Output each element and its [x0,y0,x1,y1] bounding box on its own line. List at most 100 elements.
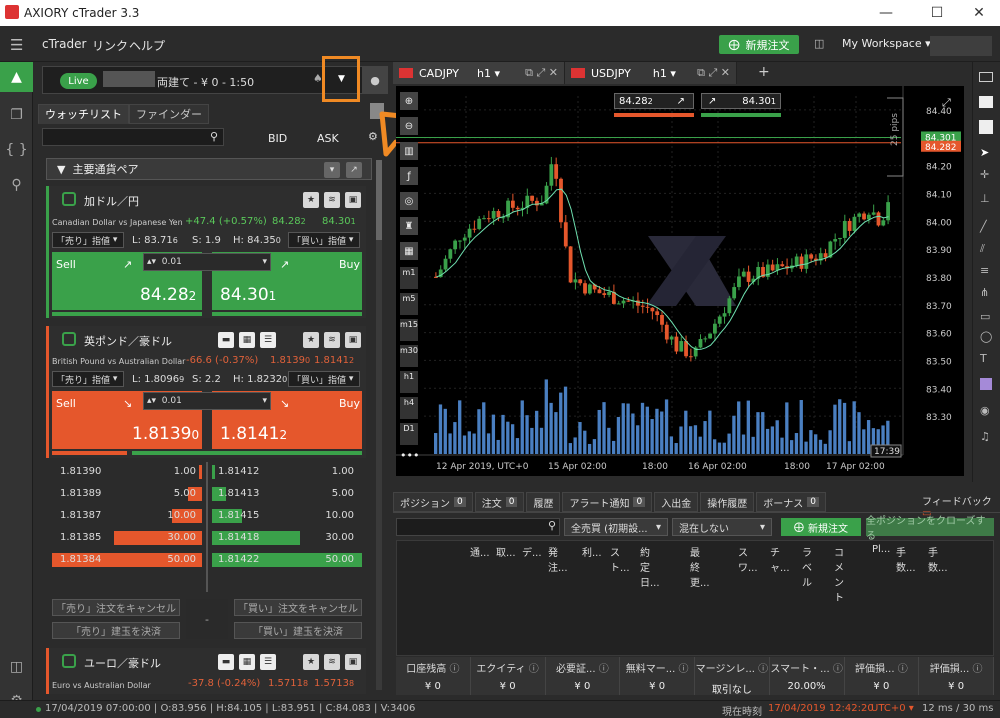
briefcase-icon[interactable]: ◫ [0,652,33,682]
measure-icon[interactable]: ⊥ [980,192,990,205]
timezone-select[interactable]: UTC+0 ▾ [871,703,914,714]
bot-icon[interactable]: ♜ [400,217,418,235]
analyze-icon[interactable]: ⚲ [0,170,33,200]
depth-view-icon[interactable]: ▬ [218,332,234,348]
zoom-in-icon[interactable]: ⊕ [400,92,418,110]
more-icon[interactable]: ••• [400,449,419,465]
expand-chart-icon[interactable]: ⤢ [942,96,951,110]
column-header[interactable]: 約定日... [640,544,660,589]
column-header[interactable]: コメント [834,544,844,604]
timeframe-D1[interactable]: D1 [400,423,418,445]
depth-grid-icon[interactable]: ▦ [239,654,255,670]
workspace-select[interactable]: My Workspace ▾ [842,37,931,50]
quantity-stepper[interactable]: ▴▾ 0.01 ▾ [143,392,271,410]
favorite-star-icon[interactable]: ★ [303,332,319,348]
camera-icon[interactable]: ◉ [980,404,990,417]
timeframe-h4[interactable]: h4 [400,397,418,419]
column-header[interactable]: 通... [470,544,490,559]
account-dropdown-chevron-icon[interactable]: ▼ [338,74,345,84]
close-sell-positions-button[interactable]: 「売り」建玉を決済 [52,622,180,639]
timeframe-m1[interactable]: m1 [400,267,418,289]
window-icon[interactable] [979,72,993,82]
column-header[interactable]: 手数... [896,544,916,574]
profile-icon[interactable]: ● [362,66,388,94]
copy-icon[interactable]: ❐ [0,100,33,130]
column-header[interactable]: スト... [610,544,630,574]
favorite-star-icon[interactable]: ★ [303,654,319,670]
new-order-button[interactable]: ⨁ 新規注文 [719,35,799,54]
close-buy-positions-button[interactable]: 「買い」建玉を決済 [234,622,362,639]
quantity-stepper[interactable]: ▴▾ 0.01 ▾ [143,253,271,271]
mini-chart-icon[interactable]: ≋ [324,654,340,670]
menu-links[interactable]: リンク [92,37,128,54]
column-header[interactable]: Pl... [872,544,890,555]
buy-order-type-select[interactable]: 「買い」指値 ▾ [288,371,360,387]
add-chart-tab-icon[interactable]: + [758,64,770,80]
depth-list-icon[interactable]: ☰ [260,654,276,670]
chart-buy-button[interactable]: ↗ 84.301 [701,93,781,109]
column-header[interactable]: ラベル [802,544,812,589]
info-icon[interactable]: ⓘ [895,664,908,675]
sell-order-type-select[interactable]: 「売り」指値 ▾ [52,371,124,387]
chart-area[interactable]: 84.4084.3084.2084.1084.0083.9083.8083.70… [396,86,964,476]
tab-positions-6[interactable]: ボーナス 0 [756,492,826,512]
column-header[interactable]: 手数... [928,544,948,574]
fibonacci-icon[interactable]: ≡ [980,264,989,277]
close-icon[interactable]: ✕ [956,0,1000,26]
info-icon[interactable]: ⓘ [596,664,609,675]
watchlist-search-input[interactable] [42,128,224,146]
sell-order-type-select[interactable]: 「売り」指値 ▾ [52,232,124,248]
mini-chart-icon[interactable]: ≋ [324,332,340,348]
info-icon[interactable]: ▣ [345,654,361,670]
tab-positions-2[interactable]: 履歴 [526,492,561,512]
price-chart[interactable]: 84.4084.3084.2084.1084.0083.9083.8083.70… [396,86,964,476]
tab-watchlist[interactable]: ウォッチリスト [38,104,129,124]
channel-tool-icon[interactable]: ⫽ [980,242,985,256]
close-all-positions-button[interactable]: 全ポジションをクローズする [866,516,994,542]
chart-tab-usdjpy[interactable]: USDJPY h1 ▾ ⧉ ⤢ ✕ [565,62,737,84]
trend-icon[interactable]: ◎ [400,192,418,210]
column-header[interactable]: 取... [496,544,516,559]
mini-chart-icon[interactable]: ≋ [324,192,340,208]
chart-type-icon[interactable]: ▥ [400,142,418,160]
trade-filter-select[interactable]: 全売買 (初期設... ▾ [564,518,668,536]
info-icon[interactable]: ▣ [345,192,361,208]
info-icon[interactable]: ⓘ [830,664,843,675]
column-header[interactable]: チャ... [770,544,790,574]
pitchfork-icon[interactable]: ⋔ [980,286,989,299]
watchlist-scrollbar[interactable] [376,160,382,690]
info-icon[interactable]: ⓘ [755,664,768,675]
info-icon[interactable]: ⓘ [675,664,688,675]
info-icon[interactable]: ⓘ [526,664,539,675]
color-icon[interactable] [979,120,993,134]
cursor-icon[interactable]: ➤ [980,146,989,159]
maximize-icon[interactable]: ☐ [914,0,960,26]
text-icon[interactable]: T [980,352,987,365]
cancel-sell-orders-button[interactable]: 「売り」注文をキャンセル [52,599,180,616]
indicator-icon[interactable]: ƒ [400,167,418,185]
group-menu-icon[interactable]: ▾ [324,162,340,178]
timeframe-m30[interactable]: m30 [400,345,418,367]
bell-icon[interactable]: ♫ [980,430,990,443]
menu-ctrader[interactable]: cTrader [42,37,86,51]
positions-search-input[interactable] [396,518,560,536]
column-header[interactable]: 利... [582,544,602,559]
hedge-filter-select[interactable]: 混在しない ▾ [672,518,772,536]
chart-toggle-icon[interactable] [62,332,76,346]
column-header[interactable]: 最終更... [690,544,710,589]
tab-positions-4[interactable]: 入出金 [654,492,699,512]
zoom-out-icon[interactable]: ⊖ [400,117,418,135]
layout-icon[interactable] [979,96,993,108]
tab-positions-0[interactable]: ポジション 0 [393,492,473,512]
rectangle-icon[interactable]: ▭ [980,310,990,323]
line-tool-icon[interactable]: ╱ [980,220,987,233]
column-header[interactable]: スワ... [738,544,758,574]
layout-icon[interactable]: ◫ [814,37,824,50]
depth-view-icon[interactable]: ▬ [218,654,234,670]
chart-toggle-icon[interactable] [62,654,76,668]
favorite-star-icon[interactable]: ★ [303,192,319,208]
scan-icon[interactable]: ▦ [400,242,418,260]
automate-icon[interactable]: { } [0,135,33,165]
group-detach-icon[interactable]: ↗ [346,162,362,178]
info-icon[interactable]: ▣ [345,332,361,348]
